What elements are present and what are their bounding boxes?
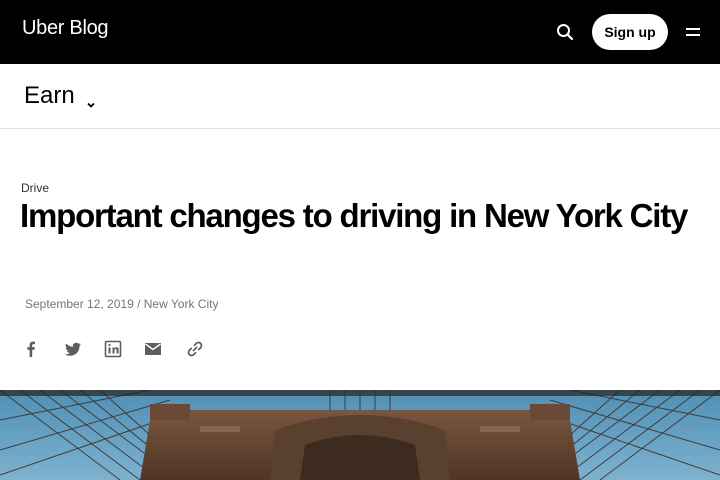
article-location[interactable]: New York City — [144, 297, 219, 311]
article-category-link[interactable]: Drive — [21, 181, 49, 195]
menu-icon[interactable] — [684, 24, 702, 40]
article-title: Important changes to driving in New York… — [20, 197, 688, 234]
top-navigation-bar: Uber Blog Sign up — [0, 0, 720, 64]
search-icon[interactable] — [556, 23, 574, 41]
facebook-icon[interactable] — [20, 338, 42, 360]
meta-separator: / — [133, 297, 144, 311]
uber-blog-logo[interactable]: Uber Blog — [22, 17, 109, 40]
earn-dropdown[interactable]: Earn — [24, 82, 97, 110]
article-meta: September 12, 2019 / New York City — [25, 297, 218, 311]
linkedin-icon[interactable] — [102, 338, 124, 360]
email-icon[interactable] — [142, 338, 164, 360]
sign-up-button[interactable]: Sign up — [592, 14, 668, 50]
section-navigation: Earn — [0, 64, 720, 129]
twitter-icon[interactable] — [62, 338, 84, 360]
article-date: September 12, 2019 — [25, 297, 134, 311]
link-icon[interactable] — [184, 338, 206, 360]
earn-label: Earn — [24, 82, 75, 109]
chevron-down-icon — [85, 90, 97, 108]
hero-image — [0, 390, 720, 480]
